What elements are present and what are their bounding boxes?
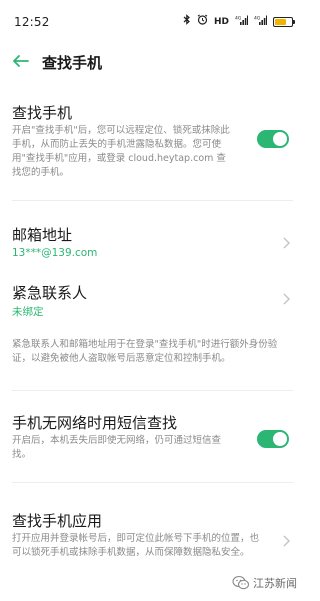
bluetooth-icon <box>183 14 191 29</box>
emergency-contact-title: 紧急联系人 <box>12 284 88 302</box>
svg-text:4G: 4G <box>254 15 261 21</box>
email-row[interactable]: 邮箱地址 13***@139.com <box>0 216 305 262</box>
find-phone-section: 查找手机 开启"查找手机"后，您可以远程定位、锁死或抹除此手机，从而防止丢失的手… <box>0 96 305 188</box>
app-bar: 查找手机 <box>0 44 305 80</box>
battery-icon <box>273 16 295 27</box>
chevron-right-icon <box>283 293 290 305</box>
find-phone-toggle[interactable] <box>257 130 289 148</box>
status-icons: HD 4G 4G <box>183 14 295 29</box>
signal-icon: 4G <box>235 15 248 29</box>
sms-find-title: 手机无网络时用短信查找 <box>12 414 178 432</box>
emergency-contact-value: 未绑定 <box>12 306 44 318</box>
sms-find-toggle[interactable] <box>257 430 289 448</box>
watermark: 江苏新闻 <box>232 575 297 591</box>
find-app-title: 查找手机应用 <box>12 512 103 530</box>
find-phone-description: 开启"查找手机"后，您可以远程定位、锁死或抹除此手机，从而防止丢失的手机泄露隐私… <box>12 125 230 178</box>
chevron-right-icon <box>283 535 290 547</box>
toggle-knob <box>273 132 287 146</box>
find-app-row[interactable]: 查找手机应用 打开应用并登录帐号后，即可定位此帐号下手机的位置，也可以锁死手机或… <box>0 500 305 580</box>
email-title: 邮箱地址 <box>12 226 73 244</box>
wechat-logo-icon <box>232 575 250 590</box>
watermark-text: 江苏新闻 <box>253 577 297 590</box>
alarm-icon <box>197 14 208 29</box>
arrow-left-icon <box>13 55 29 67</box>
find-app-description: 打开应用并登录帐号后，即可定位此帐号下手机的位置，也可以锁死手机或抹除手机数据，… <box>12 533 260 558</box>
sms-find-section: 手机无网络时用短信查找 开启后，本机丢失后即使无网络，仍可通过短信查找。 <box>0 406 305 466</box>
divider <box>12 390 293 391</box>
divider <box>12 200 293 201</box>
sms-find-description: 开启后，本机丢失后即使无网络，仍可通过短信查找。 <box>12 435 222 460</box>
status-time: 12:52 <box>14 15 50 29</box>
verification-note: 紧急联系人和邮箱地址用于在登录"查找手机"时进行额外身份验证，以避免被他人盗取帐… <box>12 339 278 364</box>
status-bar: 12:52 HD 4G 4G <box>0 0 305 40</box>
signal-icon: 4G <box>254 15 267 29</box>
svg-text:4G: 4G <box>235 15 242 21</box>
toggle-knob <box>273 432 287 446</box>
chevron-right-icon <box>283 237 290 249</box>
find-phone-title: 查找手机 <box>12 104 73 122</box>
divider <box>12 482 293 483</box>
back-button[interactable] <box>8 48 34 74</box>
page-title: 查找手机 <box>42 54 103 72</box>
email-value: 13***@139.com <box>12 247 98 259</box>
hd-icon: HD <box>213 16 229 27</box>
emergency-contact-row[interactable]: 紧急联系人 未绑定 <box>0 274 305 320</box>
